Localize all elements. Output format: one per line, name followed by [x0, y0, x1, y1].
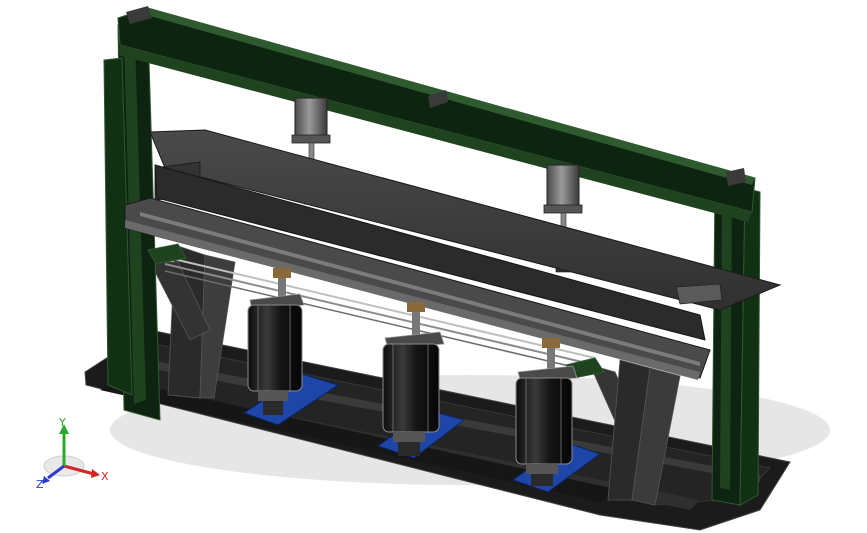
coordinate-triad: X Y Z [36, 418, 109, 490]
y-axis-label: Y [58, 418, 66, 429]
x-axis-label: X [101, 470, 109, 483]
z-axis-label: Z [36, 478, 44, 490]
cad-viewport[interactable] [0, 0, 867, 533]
